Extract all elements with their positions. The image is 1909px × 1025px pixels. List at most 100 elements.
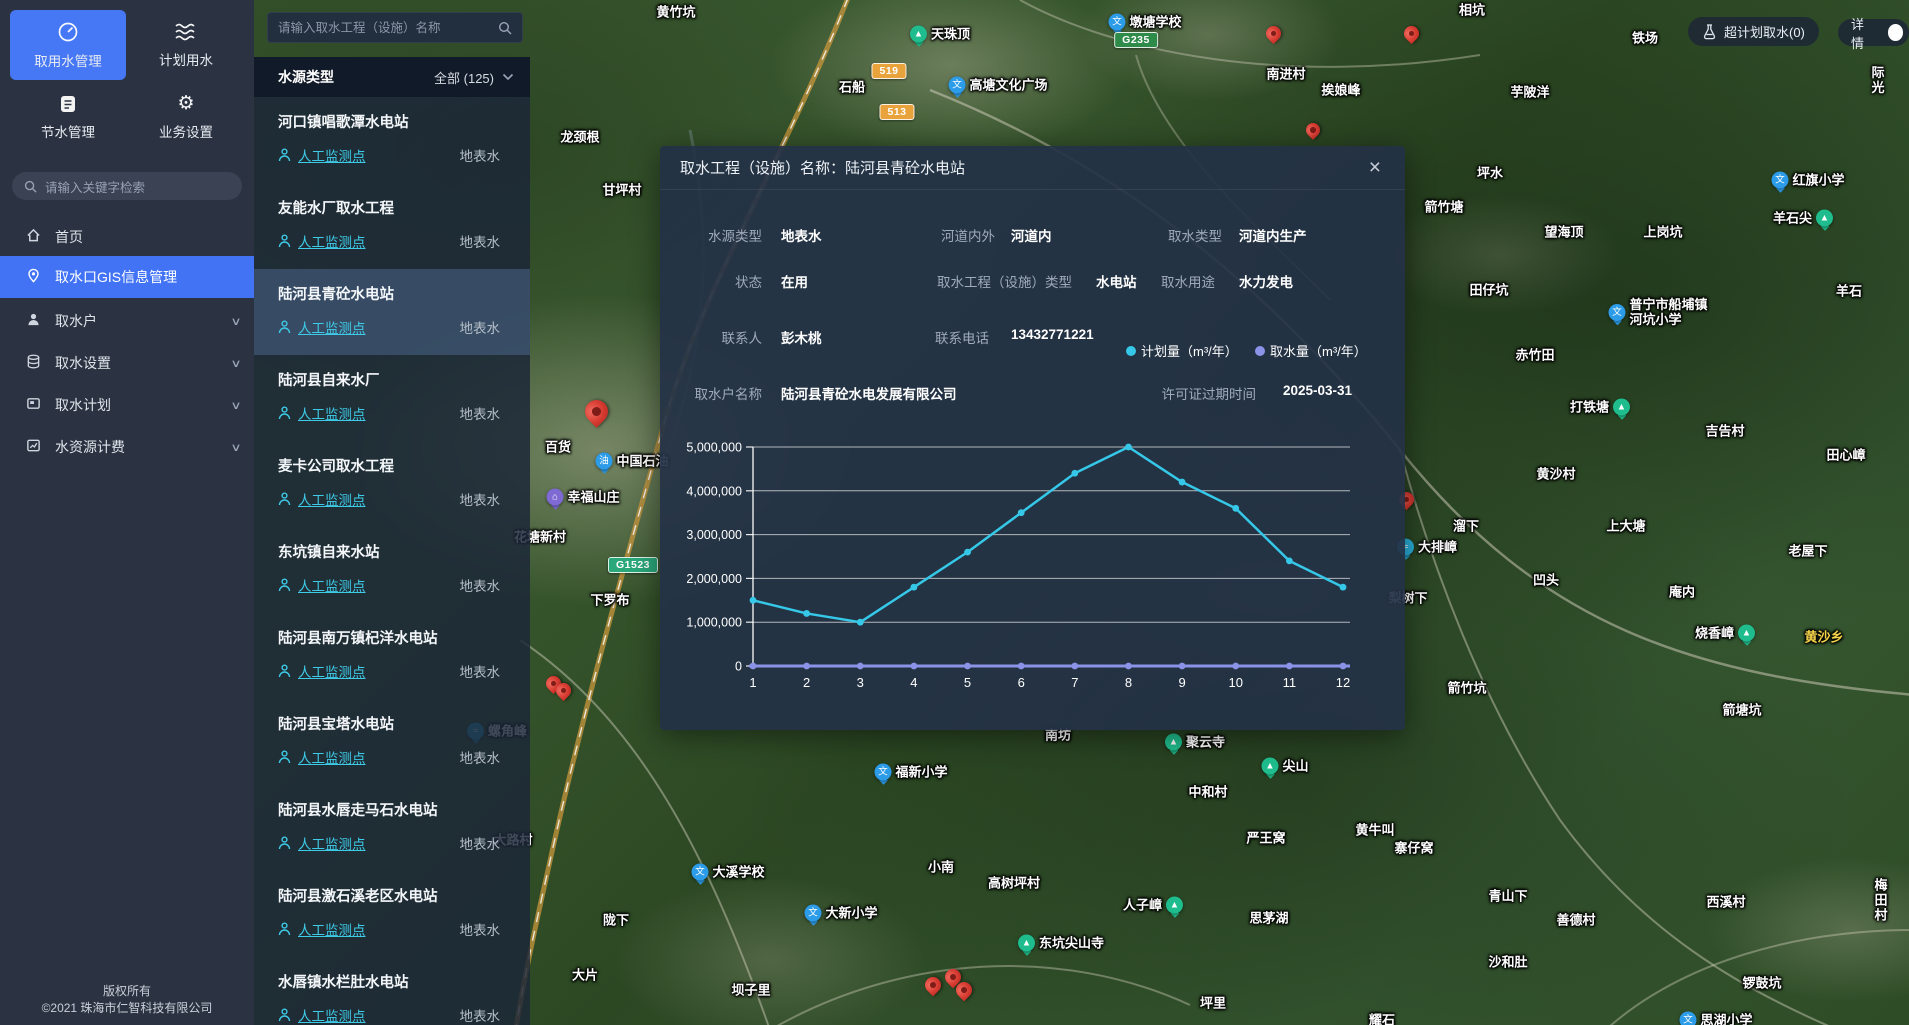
station-list-item[interactable]: 友能水厂取水工程人工监测点地表水	[254, 183, 530, 269]
scenic-pin-icon[interactable]: ▲	[1018, 935, 1035, 952]
scenic-pin-icon[interactable]: ▲	[910, 26, 927, 43]
module-water-saving[interactable]: 节水管理	[10, 82, 126, 152]
module-planned-water[interactable]: 计划用水	[128, 10, 244, 80]
map-place-label: 赤竹田	[1515, 348, 1554, 363]
water-source-filter[interactable]: 水源类型 全部 (125)	[254, 57, 530, 97]
station-search-box[interactable]	[267, 12, 523, 43]
water-type: 地表水	[460, 145, 501, 165]
app-root: 黄竹坑▲天珠顶文墩塘学校相坑南进村挨娘峰芋陂洋际光铁场石船文高塘文化广场龙颈根甘…	[0, 0, 1909, 1025]
module-water-usage-management[interactable]: 取用水管理	[10, 10, 126, 80]
svg-text:10: 10	[1228, 675, 1242, 690]
sidebar-item-1[interactable]: 取水口GIS信息管理	[0, 256, 254, 298]
person-icon	[278, 922, 291, 936]
detail-toggle-label: 详情	[1851, 14, 1875, 52]
school-pin-icon[interactable]: 文	[1679, 1012, 1696, 1025]
monitor-type-link[interactable]: 人工监测点	[298, 747, 460, 767]
station-list-item[interactable]: 陆河县南万镇杞洋水电站人工监测点地表水	[254, 613, 530, 699]
water-type: 地表水	[460, 833, 501, 853]
school-pin-icon[interactable]: 文	[1608, 304, 1625, 321]
station-list-item[interactable]: 陆河县激石溪老区水电站人工监测点地表水	[254, 871, 530, 957]
fuel-pin-icon[interactable]: 油	[595, 453, 612, 470]
map-place-label: 文福新小学	[874, 764, 947, 781]
station-list-item[interactable]: 麦卡公司取水工程人工监测点地表水	[254, 441, 530, 527]
svg-text:0: 0	[735, 660, 742, 674]
map-place-label: 烧香嶂▲	[1695, 625, 1755, 642]
over-plan-intake-button[interactable]: 超计划取水(0)	[1688, 17, 1819, 46]
sidebar-item-3[interactable]: 取水设置∨	[0, 342, 254, 384]
close-icon[interactable]: ×	[1365, 157, 1385, 178]
modal-header: 取水工程（设施）名称：陆河县青砼水电站 ×	[660, 146, 1405, 190]
svg-text:6: 6	[1018, 675, 1025, 690]
map-place-label: 文普宁市船埔镇 河坑小学	[1608, 297, 1707, 327]
map-place-label: 高树坪村	[988, 876, 1040, 891]
search-icon[interactable]	[498, 21, 512, 35]
school-pin-icon[interactable]: 文	[691, 864, 708, 881]
chevron-down-icon[interactable]	[502, 73, 514, 81]
station-search-input[interactable]	[278, 21, 498, 35]
modal-title: 取水工程（设施）名称：陆河县青砼水电站	[680, 157, 1365, 178]
station-list-item[interactable]: 河口镇唱歌潭水电站人工监测点地表水	[254, 97, 530, 183]
sidebar-item-label: 水资源计费	[55, 437, 218, 457]
map-place-label: 油中国石油	[595, 453, 668, 470]
monitor-type-link[interactable]: 人工监测点	[298, 1005, 460, 1025]
monitor-type-link[interactable]: 人工监测点	[298, 403, 460, 423]
toggle-knob[interactable]	[1888, 24, 1903, 41]
sidebar-item-2[interactable]: 取水户∨	[0, 300, 254, 342]
station-list-item[interactable]: 东坑镇自来水站人工监测点地表水	[254, 527, 530, 613]
monitor-type-link[interactable]: 人工监测点	[298, 231, 460, 251]
scenic-pin-icon[interactable]: ▲	[1816, 210, 1833, 227]
station-name: 陆河县南万镇杞洋水电站	[278, 627, 514, 648]
svg-text:2: 2	[803, 675, 810, 690]
svg-text:9: 9	[1178, 675, 1185, 690]
sidebar-search-box[interactable]: 请输入关键字检索	[12, 172, 242, 200]
monitor-type-link[interactable]: 人工监测点	[298, 489, 460, 509]
monitor-type-link[interactable]: 人工监测点	[298, 919, 460, 939]
module-business-settings[interactable]: ⚙ 业务设置	[128, 82, 244, 152]
scenic-pin-icon[interactable]: ▲	[1165, 734, 1182, 751]
school-pin-icon[interactable]: 文	[874, 764, 891, 781]
monitor-type-link[interactable]: 人工监测点	[298, 833, 460, 853]
monitor-type-link[interactable]: 人工监测点	[298, 145, 460, 165]
map-place-label: 铁场	[1632, 31, 1658, 46]
scenic-pin-icon[interactable]: ▲	[1261, 758, 1278, 775]
school-pin-icon[interactable]: 文	[948, 77, 965, 94]
scenic-pin-icon[interactable]: ▲	[1613, 399, 1630, 416]
station-list-item[interactable]: 陆河县宝塔水电站人工监测点地表水	[254, 699, 530, 785]
filter-value[interactable]: 全部 (125)	[434, 68, 494, 87]
monitor-type-link[interactable]: 人工监测点	[298, 661, 460, 681]
station-list-item[interactable]: 陆河县水唇走马石水电站人工监测点地表水	[254, 785, 530, 871]
map-place-label: 人子嶂▲	[1123, 897, 1183, 914]
flask-icon	[1702, 24, 1717, 40]
field-label: 取水用途	[995, 271, 1215, 291]
map-place-label: 凹头	[1533, 573, 1559, 588]
sidebar-item-4[interactable]: 取水计划∨	[0, 384, 254, 426]
monitor-type-link[interactable]: 人工监测点	[298, 575, 460, 595]
monitor-type-link[interactable]: 人工监测点	[298, 317, 460, 337]
map-place-label: 黄竹坑	[656, 5, 695, 20]
field-value: 13432771221	[1011, 327, 1094, 342]
map-place-label: 沙和肚	[1488, 955, 1527, 970]
station-list-item[interactable]: 水唇镇水栏肚水电站人工监测点地表水	[254, 957, 530, 1025]
water-type: 地表水	[460, 747, 501, 767]
school-pin-icon[interactable]: 文	[1771, 172, 1788, 189]
map-place-label: 打铁塘▲	[1570, 399, 1630, 416]
sidebar-item-0[interactable]: 首页	[0, 216, 254, 258]
sidebar-item-5[interactable]: 水资源计费∨	[0, 426, 254, 468]
station-name: 水唇镇水栏肚水电站	[278, 971, 514, 992]
water-type: 地表水	[460, 231, 501, 251]
station-list-item[interactable]: 陆河县青砼水电站人工监测点地表水	[254, 269, 530, 355]
map-place-label: 大片	[572, 968, 598, 983]
school-pin-icon[interactable]: 文	[1108, 14, 1125, 31]
place-pin-icon[interactable]: ⌂	[546, 489, 563, 506]
scenic-pin-icon[interactable]: ▲	[1166, 897, 1183, 914]
map-place-label: 上大塘	[1606, 519, 1645, 534]
school-pin-icon[interactable]: 文	[804, 905, 821, 922]
field-label: 水源类型	[542, 225, 762, 245]
filter-title: 水源类型	[278, 67, 434, 87]
scenic-pin-icon[interactable]: ▲	[1738, 625, 1755, 642]
legend-dot[interactable]	[1126, 346, 1136, 356]
detail-toggle[interactable]: 详情	[1838, 19, 1909, 46]
legend-dot[interactable]	[1255, 346, 1265, 356]
road-badge: 513	[879, 104, 914, 120]
station-list-item[interactable]: 陆河县自来水厂人工监测点地表水	[254, 355, 530, 441]
